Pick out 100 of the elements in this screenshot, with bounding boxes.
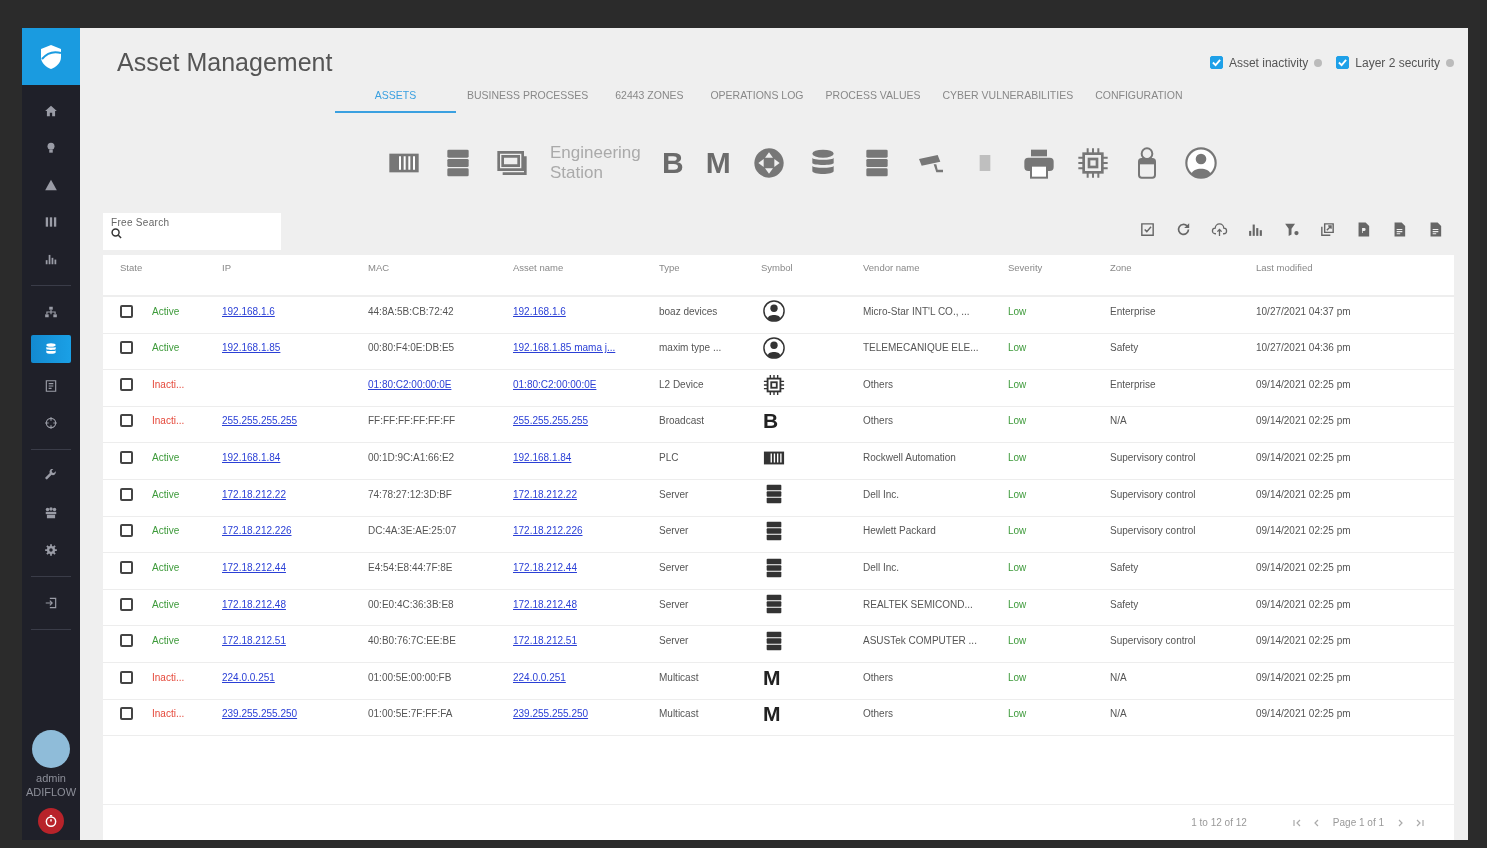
asset-name-link[interactable]: 01:80:C2:00:00:0E (513, 379, 597, 391)
table-cell-text: Safety (1110, 562, 1140, 574)
row-checkbox[interactable] (120, 597, 133, 611)
table-cell-text: Supervisory control (1110, 452, 1197, 464)
search-field[interactable]: Free Search (103, 213, 281, 250)
ip-link[interactable]: 224.0.0.251 (222, 671, 275, 683)
row-checkbox[interactable] (120, 378, 133, 392)
asset-name-link[interactable]: 172.18.212.44 (513, 562, 577, 574)
row-checkbox[interactable] (120, 451, 133, 465)
row-checkbox[interactable] (120, 487, 133, 501)
table-cell-text: maxim type ... (659, 342, 723, 354)
column-header[interactable]: State (120, 262, 222, 274)
asset-name-link[interactable]: 255.255.255.255 (513, 415, 589, 427)
row-checkbox[interactable] (120, 634, 133, 648)
asset-name-link[interactable]: 192.168.1.85 mama j... (513, 342, 616, 354)
mac-link[interactable]: 01:80:C2:00:00:0E (368, 379, 452, 391)
asset-name-link[interactable]: 192.168.1.84 (513, 452, 572, 464)
table-cell-text: 10/27/2021 04:37 pm (1256, 305, 1352, 317)
checkbox-icon (1139, 221, 1156, 238)
table-cell-text: Others (863, 415, 894, 427)
severity-text: Low (1008, 671, 1028, 683)
row-checkbox[interactable] (120, 341, 133, 355)
asset-name-link[interactable]: 172.18.212.22 (513, 488, 577, 500)
chip-icon (763, 373, 785, 396)
columns-icon (44, 215, 58, 229)
severity-text: Low (1008, 305, 1028, 317)
table-cell: 00:80:F4:0E:DB:E5 (368, 342, 455, 354)
status-text: Active (152, 598, 181, 610)
column-header[interactable]: Last modified (1256, 262, 1454, 274)
sidebar-nav-item[interactable] (31, 335, 71, 363)
row-checkbox[interactable] (120, 414, 133, 428)
table-cell-text: N/A (1110, 671, 1128, 683)
asset-name-link[interactable]: 172.18.212.226 (513, 525, 583, 537)
table-cell: 00:1D:9C:A1:66:E2 (368, 452, 455, 464)
severity-text: Low (1008, 342, 1028, 354)
ip-link[interactable]: 172.18.212.226 (222, 525, 292, 537)
status-text: Active (152, 305, 181, 317)
ip-link[interactable]: 255.255.255.255 (222, 415, 298, 427)
status-text: Inacti... (152, 379, 186, 391)
row-checkbox[interactable] (120, 670, 133, 684)
type-filter-glyph[interactable]: B (662, 148, 684, 178)
chip-icon (1076, 147, 1109, 179)
app-logo[interactable] (22, 28, 80, 85)
status-text: Active (152, 525, 181, 537)
ip-link[interactable]: 172.18.212.48 (222, 598, 286, 610)
logout-button[interactable] (38, 808, 64, 834)
table-cell-text: Safety (1110, 342, 1140, 354)
asset-name-link[interactable]: 172.18.212.51 (513, 635, 577, 647)
column-header[interactable]: Type (659, 262, 761, 274)
ip-link[interactable]: 192.168.1.6 (222, 305, 275, 317)
table-cell-text: REALTEK SEMICOND... (863, 598, 974, 610)
table-cell-text: N/A (1110, 708, 1128, 720)
type-filter-glyph[interactable]: M (705, 148, 731, 178)
table-cell-text: Server (659, 598, 690, 610)
table-cell-text: 09/14/2021 02:25 pm (1256, 562, 1352, 574)
column-header[interactable]: Severity (1008, 262, 1110, 274)
table-cell-text: 09/14/2021 02:25 pm (1256, 415, 1352, 427)
symbol-glyph: M (763, 666, 781, 688)
table-cell-text: 09/14/2021 02:25 pm (1256, 525, 1352, 537)
search-icon (111, 228, 122, 239)
export-icon (1319, 221, 1336, 238)
user-icon (763, 300, 785, 323)
table-cell-text: PLC (659, 452, 680, 464)
table-cell: 00:E0:4C:36:3B:E8 (368, 598, 454, 610)
table-cell-text: Enterprise (1110, 305, 1157, 317)
table-cell-text: Dell Inc. (863, 488, 901, 500)
asset-name-link[interactable]: 172.18.212.48 (513, 598, 577, 610)
table-cell-text: Rockwell Automation (863, 452, 957, 464)
row-checkbox[interactable] (120, 561, 133, 575)
column-header[interactable]: Vendor name (863, 262, 1008, 274)
user-name: admin (36, 772, 66, 784)
table-cell-text: Hewlett Packard (863, 525, 937, 537)
column-header[interactable]: MAC (368, 262, 513, 274)
column-header[interactable]: Zone (1110, 262, 1256, 274)
column-header[interactable]: Symbol (761, 262, 863, 274)
severity-text: Low (1008, 635, 1028, 647)
row-checkbox[interactable] (120, 524, 133, 538)
table-cell-text: Supervisory control (1110, 635, 1197, 647)
network-icon (44, 305, 58, 319)
column-header[interactable]: Asset name (513, 262, 659, 274)
ip-link[interactable]: 172.18.212.44 (222, 562, 286, 574)
login-icon (44, 596, 58, 610)
ip-link[interactable]: 239.255.255.250 (222, 708, 298, 720)
ip-link[interactable]: 192.168.1.85 (222, 342, 281, 354)
table-cell: E4:54:E8:44:7F:8E (368, 562, 453, 574)
row-checkbox[interactable] (120, 304, 133, 318)
ip-link[interactable]: 172.18.212.22 (222, 488, 286, 500)
table-cell-text: Broadcast (659, 415, 706, 427)
avatar[interactable] (32, 730, 70, 768)
asset-name-link[interactable]: 224.0.0.251 (513, 671, 566, 683)
asset-name-link[interactable]: 192.168.1.6 (513, 305, 566, 317)
column-header[interactable]: IP (222, 262, 368, 274)
row-checkbox[interactable] (120, 707, 133, 721)
checkbox[interactable] (1336, 56, 1350, 69)
checkbox[interactable] (1209, 56, 1223, 69)
organization-name: ADIFLOW (25, 786, 77, 798)
ip-link[interactable]: 192.168.1.84 (222, 452, 281, 464)
table-cell-text: Supervisory control (1110, 525, 1197, 537)
ip-link[interactable]: 172.18.212.51 (222, 635, 286, 647)
asset-name-link[interactable]: 239.255.255.250 (513, 708, 589, 720)
